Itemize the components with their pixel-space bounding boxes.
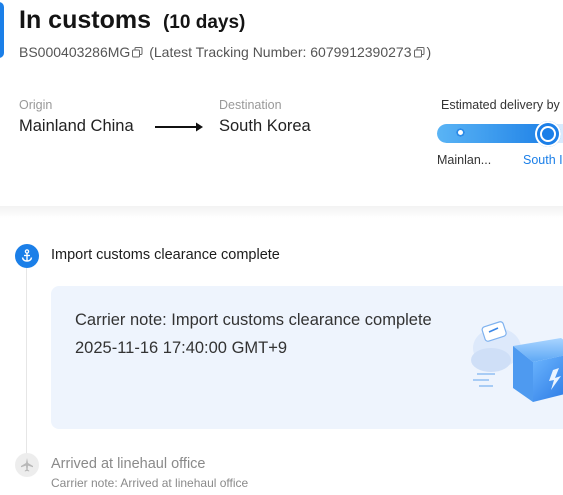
destination-label: Destination <box>219 98 282 112</box>
tracking-line: BS000403286MG (Latest Tracking Number: 6… <box>19 44 431 61</box>
status-heading: In customs (10 days) <box>19 6 245 35</box>
status-accent-bar <box>0 2 4 58</box>
latest-tracking-prefix: (Latest Tracking Number: <box>149 44 311 60</box>
estimated-delivery-label: Estimated delivery by <box>441 98 560 112</box>
copy-latest-tracking-icon[interactable] <box>413 45 425 61</box>
destination-value: South Korea <box>219 117 311 135</box>
plane-icon <box>15 453 39 477</box>
carrier-note-card: Carrier note: Import customs clearance c… <box>51 286 563 429</box>
latest-tracking-suffix: ) <box>426 44 432 60</box>
parcel-box-illustration <box>469 316 563 411</box>
timeline-line <box>26 268 27 460</box>
origin-label: Origin <box>19 98 53 112</box>
progress-start-marker <box>456 128 465 137</box>
copy-order-number-icon[interactable] <box>132 45 143 61</box>
event-note-linehaul: Carrier note: Arrived at linehaul office <box>51 476 249 490</box>
event-title-customs-cleared: Import customs clearance complete <box>51 247 280 263</box>
status-title: In customs <box>19 6 151 34</box>
carrier-note-timestamp: 2025-11-16 17:40:00 GMT+9 <box>75 339 288 357</box>
progress-end-label: South I <box>523 153 563 167</box>
carrier-note-text: Carrier note: Import customs clearance c… <box>75 311 432 329</box>
section-divider <box>0 206 563 218</box>
latest-tracking-number: 6079912390273 <box>310 44 412 60</box>
progress-current-marker <box>535 121 561 147</box>
order-number: BS000403286MG <box>19 44 131 60</box>
route-arrow-icon <box>155 120 205 138</box>
event-title-linehaul: Arrived at linehaul office <box>51 456 206 472</box>
anchor-icon <box>15 244 39 268</box>
progress-start-label: Mainlan... <box>437 153 492 167</box>
origin-value: Mainland China <box>19 117 134 135</box>
status-duration: (10 days) <box>162 12 246 33</box>
